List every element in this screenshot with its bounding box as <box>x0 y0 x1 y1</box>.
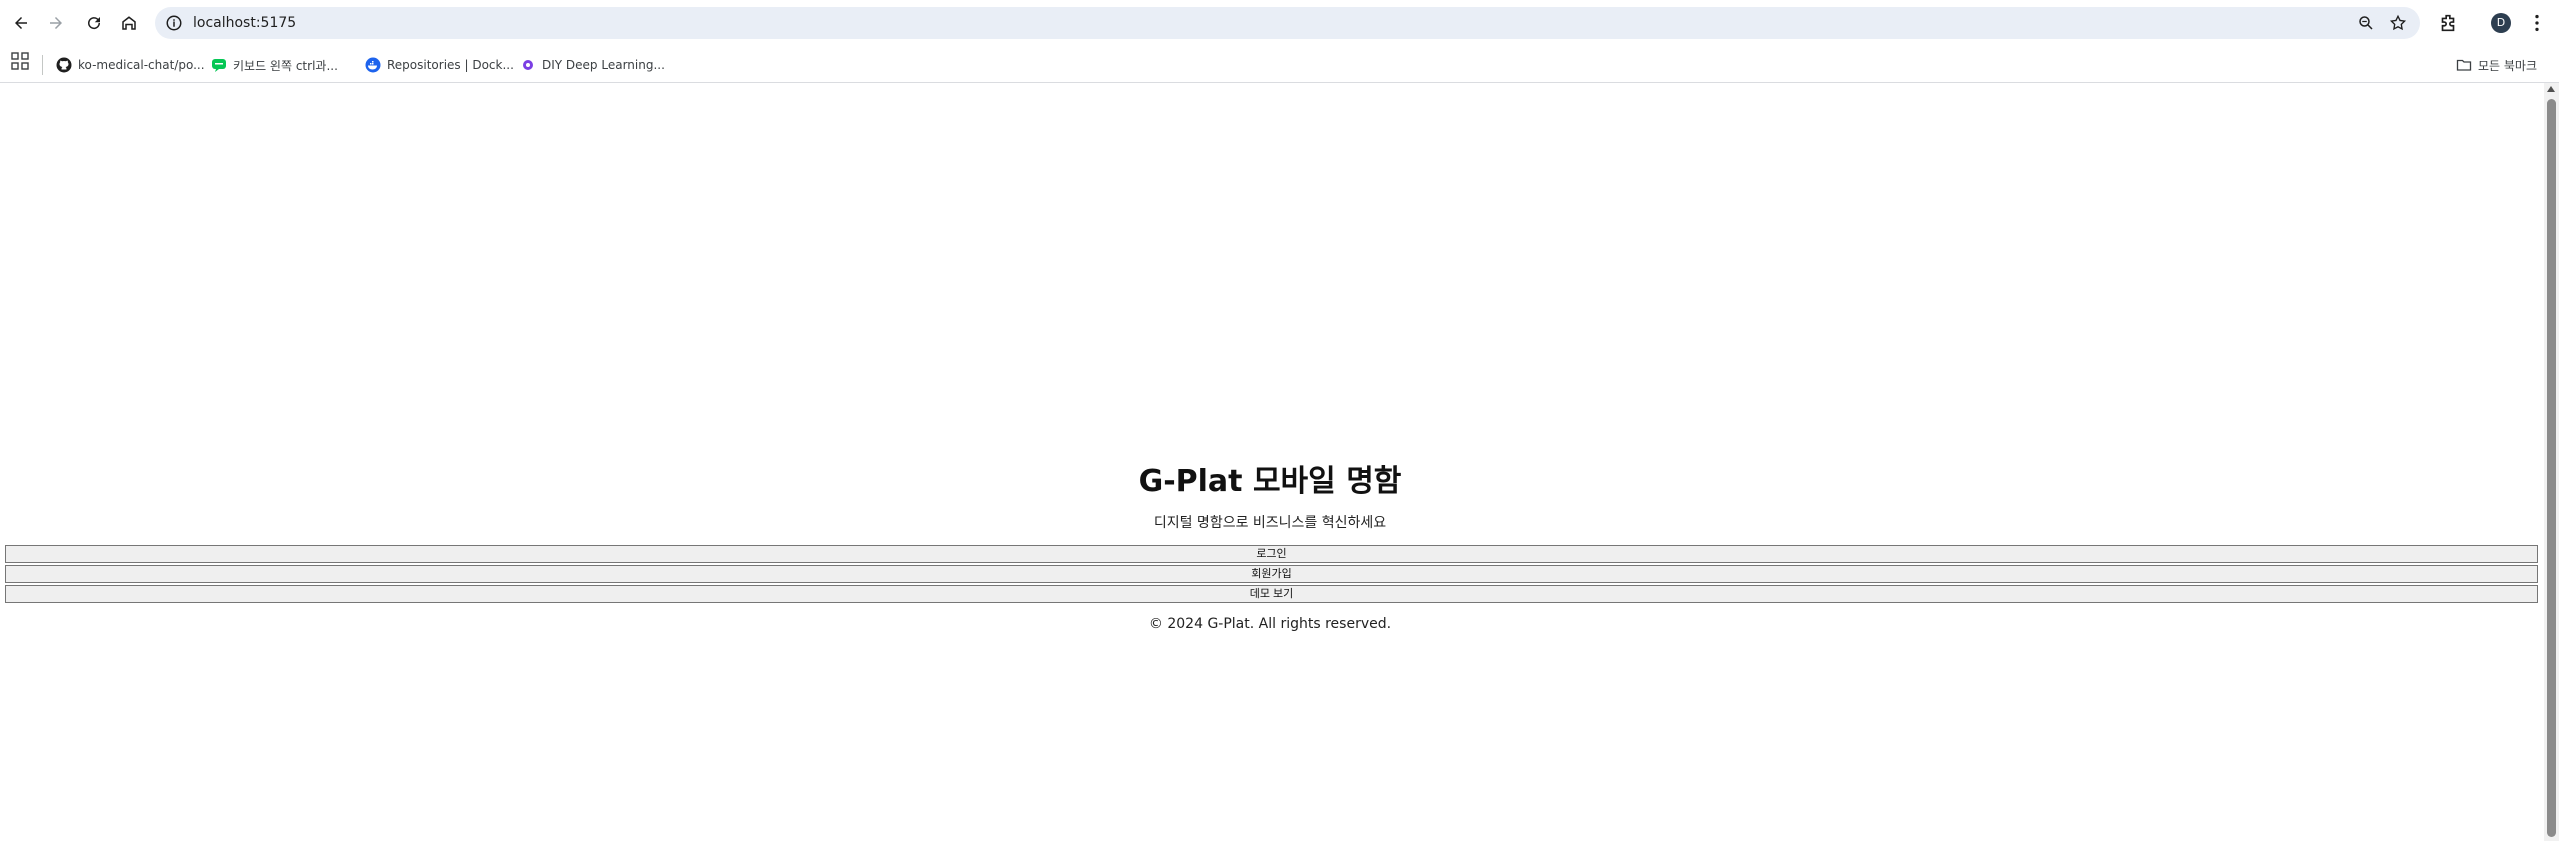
extensions-icon[interactable] <box>2437 12 2459 34</box>
forward-arrow-icon <box>50 17 62 29</box>
diy-icon <box>523 60 533 70</box>
scroll-thumb[interactable] <box>2547 99 2556 837</box>
url-text[interactable]: localhost:5175 <box>193 7 296 39</box>
home-button[interactable] <box>114 8 144 38</box>
reload-button[interactable] <box>79 8 109 38</box>
vertical-scrollbar[interactable] <box>2544 83 2559 841</box>
bookmark-item[interactable]: Repositories | Dock... <box>365 55 514 75</box>
site-info-icon[interactable] <box>165 14 183 32</box>
bookmark-label: 키보드 왼쪽 ctrl과... <box>233 58 338 73</box>
bookmark-label: Repositories | Dock... <box>387 58 514 72</box>
kebab-menu-icon[interactable] <box>2526 12 2548 34</box>
chat-bubble-icon <box>212 59 226 72</box>
github-icon <box>56 57 72 73</box>
page-title: G-Plat 모바일 명함 <box>1138 464 1402 499</box>
back-button[interactable] <box>6 8 36 38</box>
reload-icon <box>88 17 101 30</box>
docker-icon <box>365 57 381 73</box>
apps-grid-icon[interactable] <box>11 52 29 70</box>
all-bookmarks-button[interactable]: 모든 북마크 <box>2456 55 2537 75</box>
bookmarks-divider <box>42 55 43 75</box>
forward-button[interactable] <box>41 8 71 38</box>
browser-toolbar: localhost:5175 D <box>0 0 2559 48</box>
home-icon <box>122 16 136 30</box>
zoom-icon[interactable] <box>2357 14 2375 32</box>
footer-copyright: © 2024 G-Plat. All rights reserved. <box>1148 616 1392 632</box>
address-bar[interactable]: localhost:5175 <box>155 7 2420 39</box>
login-button[interactable]: 로그인 <box>5 545 2538 563</box>
bookmark-item[interactable]: 키보드 왼쪽 ctrl과... <box>211 55 338 75</box>
signup-button[interactable]: 회원가입 <box>5 565 2538 583</box>
back-arrow-icon <box>15 17 27 29</box>
bookmark-label: ko-medical-chat/po... <box>78 58 205 72</box>
bookmarks-bar: ko-medical-chat/po... 키보드 왼쪽 ctrl과... Re… <box>0 48 2559 83</box>
scroll-up-arrow-icon[interactable] <box>2547 86 2555 92</box>
all-bookmarks-label: 모든 북마크 <box>2478 58 2538 73</box>
bookmark-item[interactable]: DIY Deep Learning... <box>520 55 665 75</box>
page-subtitle: 디지털 명함으로 비즈니스를 혁신하세요 <box>1153 515 1387 531</box>
bookmark-label: DIY Deep Learning... <box>542 58 665 72</box>
bookmark-star-icon[interactable] <box>2389 14 2407 32</box>
folder-icon <box>2456 59 2472 71</box>
page-content: G-Plat 모바일 명함 디지털 명함으로 비즈니스를 혁신하세요 로그인 회… <box>0 83 2540 841</box>
bookmark-item[interactable]: ko-medical-chat/po... <box>56 55 205 75</box>
demo-button[interactable]: 데모 보기 <box>5 585 2538 603</box>
profile-avatar[interactable]: D <box>2491 13 2511 33</box>
